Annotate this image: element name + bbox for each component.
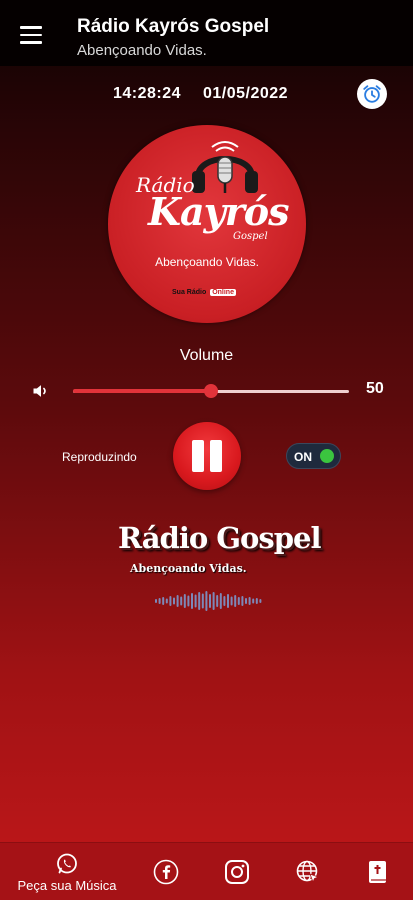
volume-value: 50 — [366, 380, 384, 397]
waveform-bar — [212, 592, 215, 610]
website-icon — [296, 860, 320, 884]
station-title: Rádio Gospel — [118, 521, 321, 555]
audio-waveform-icon — [155, 591, 262, 611]
logo-gospel-text: Gospel — [233, 231, 268, 242]
app-subtitle: Abençoando Vidas. — [77, 42, 207, 59]
logo-small-text: Sua Rádio Online — [172, 289, 236, 296]
volume-label: Volume — [179, 347, 234, 364]
station-subtitle: Abençoando Vidas. — [130, 562, 247, 575]
pause-button[interactable] — [173, 422, 241, 490]
current-date: 01/05/2022 — [203, 85, 289, 102]
waveform-bar — [252, 598, 255, 604]
alarm-clock-icon[interactable] — [357, 79, 387, 109]
bottom-navigation: Peça sua Música — [0, 842, 413, 900]
bible-icon — [369, 861, 386, 883]
volume-slider-fill — [73, 389, 211, 393]
waveform-bar — [176, 595, 179, 607]
waveform-bar — [191, 593, 193, 609]
volume-slider[interactable] — [73, 384, 349, 398]
bible-button[interactable] — [363, 843, 393, 900]
instagram-button[interactable] — [222, 843, 252, 900]
waveform-bar — [183, 594, 186, 608]
waveform-bar — [259, 599, 262, 603]
logo-sua-radio: Sua Rádio — [172, 289, 207, 296]
hamburger-menu-icon[interactable] — [20, 26, 42, 44]
website-button[interactable] — [293, 843, 323, 900]
waveform-bar — [180, 596, 183, 606]
waveform-bar — [241, 596, 244, 606]
waveform-bar — [198, 592, 201, 610]
speaker-icon[interactable] — [31, 381, 51, 401]
request-song-label: Peça sua Música — [17, 877, 117, 893]
waveform-bar — [201, 593, 204, 609]
waveform-bar — [255, 598, 258, 604]
waveform-bar — [209, 594, 211, 608]
waveform-bar — [248, 597, 251, 605]
waveform-bar — [237, 597, 240, 605]
logo-name-text: Kayrós — [148, 189, 289, 234]
app-title: Rádio Kayrós Gospel — [77, 16, 270, 37]
waveform-bar — [230, 596, 233, 606]
whatsapp-icon — [57, 853, 77, 873]
facebook-button[interactable] — [151, 843, 181, 900]
waveform-bar — [216, 595, 219, 607]
waveform-bar — [219, 593, 222, 609]
waveform-bar — [194, 594, 197, 608]
waveform-bar — [227, 594, 229, 608]
instagram-icon — [225, 860, 249, 884]
waveform-bar — [187, 595, 190, 607]
waveform-bar — [158, 598, 161, 604]
radio-logo: Rádio Kayrós Gospel Abençoando Vidas. Su… — [108, 125, 306, 323]
app-bar: Rádio Kayrós Gospel Abençoando Vidas. — [0, 0, 413, 66]
waveform-bar — [165, 598, 168, 604]
pause-icon-bar-left — [192, 440, 204, 472]
toggle-label: ON — [294, 450, 312, 464]
logo-online-badge: Online — [210, 289, 236, 296]
waveform-bar — [205, 591, 208, 611]
waveform-bar — [245, 598, 247, 604]
power-toggle[interactable]: ON — [286, 443, 341, 469]
playback-status: Reproduzindo — [62, 450, 137, 464]
pause-icon-bar-right — [210, 440, 222, 472]
current-time: 14:28:24 — [113, 85, 182, 102]
request-song-button[interactable]: Peça sua Música — [8, 843, 126, 900]
waveform-bar — [162, 597, 165, 605]
logo-slogan: Abençoando Vidas. — [155, 255, 259, 269]
waveform-bar — [223, 596, 226, 606]
facebook-icon — [153, 859, 179, 885]
toggle-knob — [320, 449, 334, 463]
volume-slider-thumb[interactable] — [204, 384, 218, 398]
waveform-bar — [169, 596, 172, 606]
waveform-bar — [155, 599, 157, 603]
waveform-bar — [234, 595, 237, 607]
waveform-bar — [173, 597, 175, 605]
